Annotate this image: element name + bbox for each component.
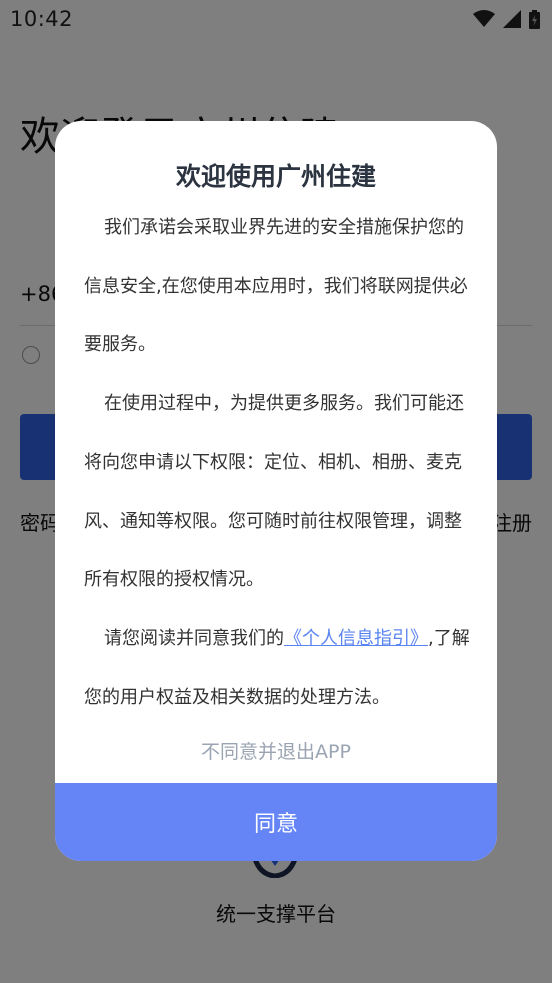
- decline-exit-button[interactable]: 不同意并退出APP: [55, 739, 497, 765]
- dialog-paragraph-2: 在使用过程中，为提供更多服务。我们可能还将向您申请以下权限：定位、相机、相册、麦…: [84, 375, 470, 610]
- privacy-dialog: 欢迎使用广州住建 我们承诺会采取业界先进的安全措施保护您的信息安全,在您使用本应…: [55, 121, 497, 861]
- dialog-body: 我们承诺会采取业界先进的安全措施保护您的信息安全,在您使用本应用时，我们将联网提…: [84, 199, 470, 727]
- agree-button-label: 同意: [253, 812, 298, 837]
- agree-button[interactable]: 同意: [55, 783, 497, 861]
- dialog-paragraph-2-text: 在使用过程中，为提供更多服务。我们可能还将向您申请以下权限：定位、相机、相册、麦…: [84, 393, 464, 591]
- dialog-paragraph-3-prefix: 请您阅读并同意我们的: [104, 627, 284, 649]
- dialog-title: 欢迎使用广州住建: [175, 162, 376, 191]
- dialog-paragraph-1: 我们承诺会采取业界先进的安全措施保护您的信息安全,在您使用本应用时，我们将联网提…: [84, 199, 470, 375]
- privacy-policy-link[interactable]: 《个人信息指引》: [284, 628, 428, 649]
- dialog-paragraph-1-text: 我们承诺会采取业界先进的安全措施保护您的信息安全,在您使用本应用时，我们将联网提…: [84, 217, 468, 356]
- dialog-paragraph-3: 请您阅读并同意我们的《个人信息指引》,了解您的用户权益及相关数据的处理方法。: [84, 610, 470, 727]
